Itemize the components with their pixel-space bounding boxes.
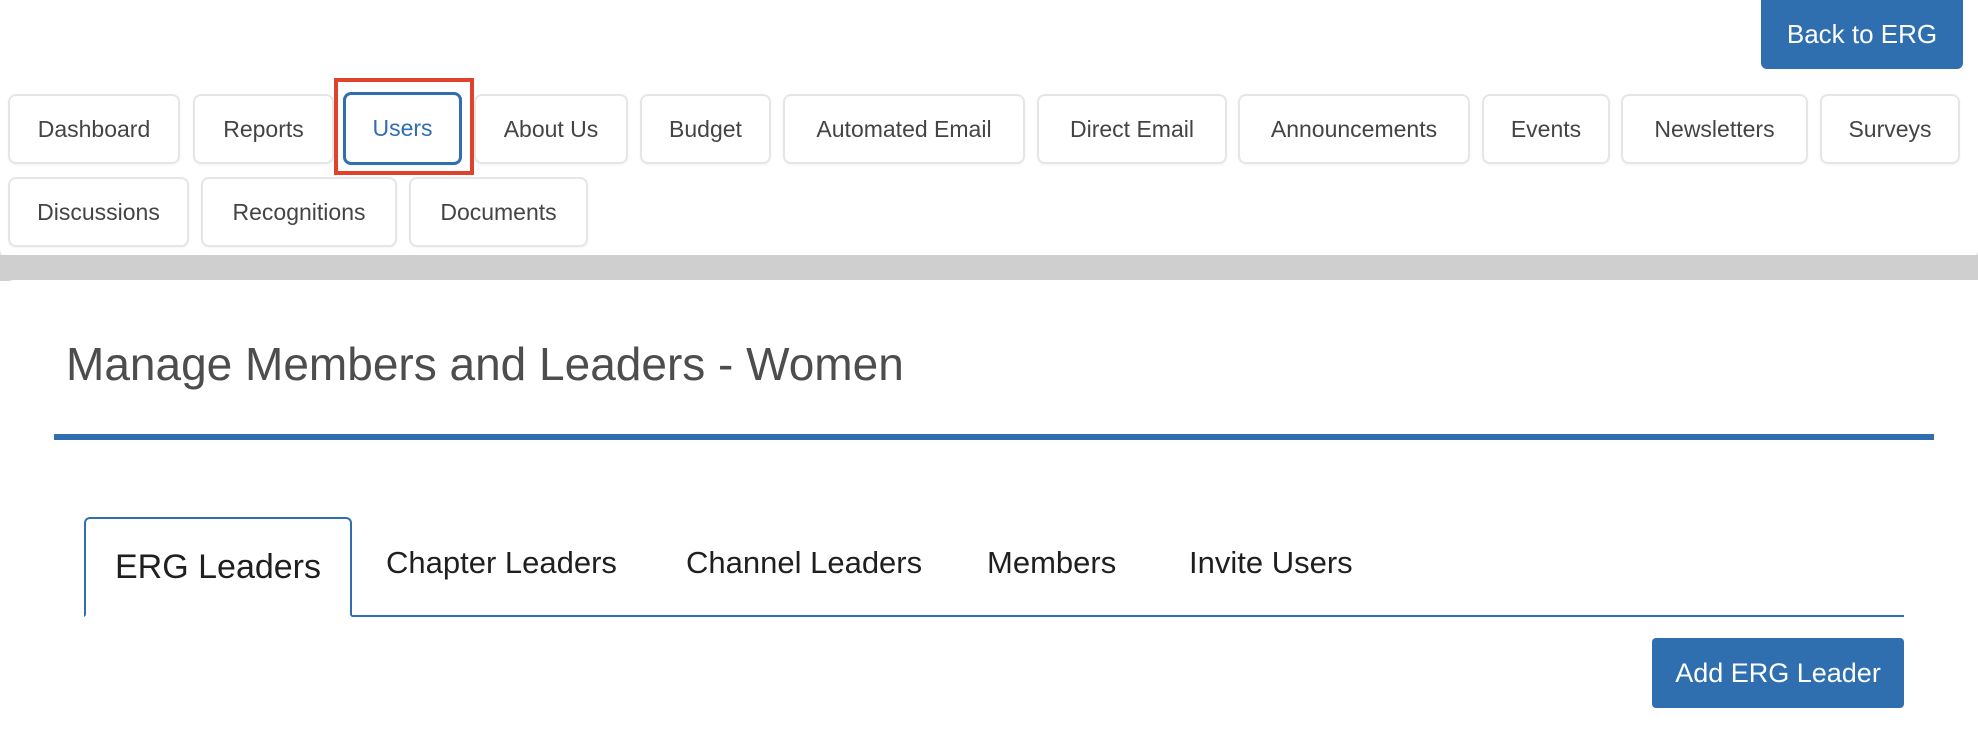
subtab-chapter-leaders[interactable]: Chapter Leaders [386,545,617,581]
tab-automated-email[interactable]: Automated Email [783,94,1025,164]
tab-budget[interactable]: Budget [640,94,771,164]
tab-announcements[interactable]: Announcements [1238,94,1470,164]
subtab-channel-leaders[interactable]: Channel Leaders [686,545,922,581]
tab-newsletters[interactable]: Newsletters [1621,94,1808,164]
subtab-invite-users[interactable]: Invite Users [1189,545,1353,581]
tab-direct-email[interactable]: Direct Email [1037,94,1227,164]
add-erg-leader-button[interactable]: Add ERG Leader [1652,638,1904,708]
tab-recognitions[interactable]: Recognitions [201,177,397,247]
tab-surveys[interactable]: Surveys [1820,94,1960,164]
tab-users[interactable]: Users [343,92,462,165]
tab-about-us[interactable]: About Us [474,94,628,164]
tab-discussions[interactable]: Discussions [8,177,189,247]
tab-documents[interactable]: Documents [409,177,588,247]
tab-dashboard[interactable]: Dashboard [8,94,180,164]
page-title: Manage Members and Leaders - Women [66,338,904,390]
subtab-erg-leaders[interactable]: ERG Leaders [84,517,352,617]
tab-reports[interactable]: Reports [193,94,334,164]
tab-events[interactable]: Events [1482,94,1610,164]
subtab-members[interactable]: Members [987,545,1116,581]
back-to-erg-button[interactable]: Back to ERG [1761,0,1963,69]
panel-divider [0,255,1978,281]
sub-tabs-baseline [84,615,1904,617]
title-divider [54,434,1934,440]
